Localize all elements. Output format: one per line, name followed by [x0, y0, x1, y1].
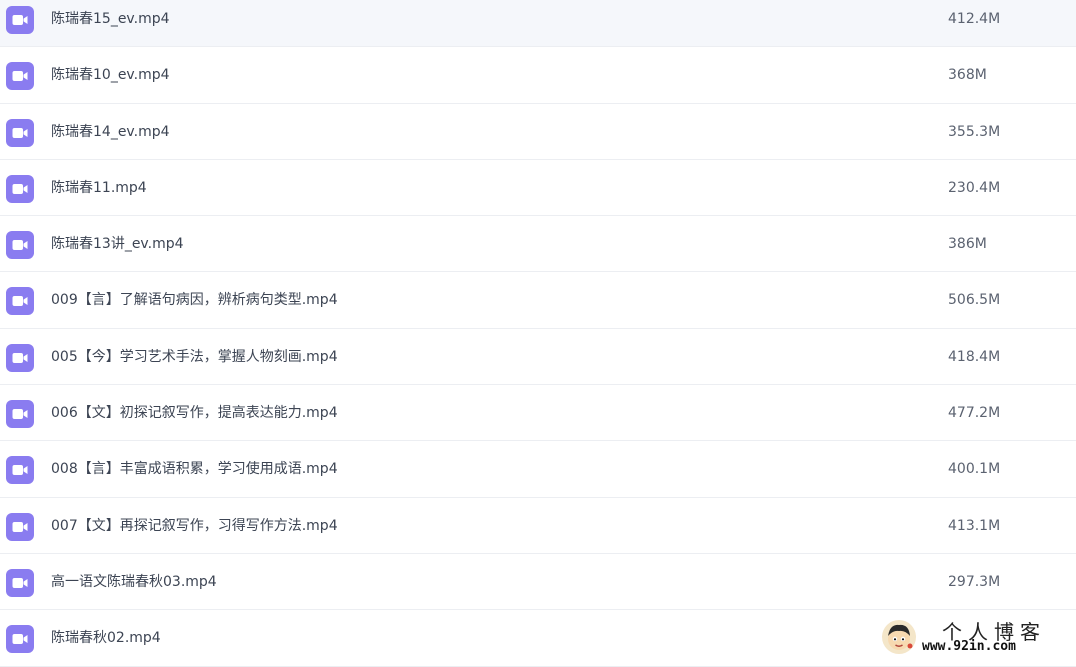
- video-file-icon: [6, 400, 34, 429]
- video-file-icon: [6, 512, 34, 541]
- video-file-icon: [6, 231, 34, 260]
- file-size: 368M: [948, 67, 987, 84]
- file-row[interactable]: 陈瑞春10_ev.mp4 368M: [0, 47, 1076, 104]
- file-row[interactable]: 009【言】了解语句病因，辨析病句类型.mp4 506.5M: [0, 272, 1076, 329]
- file-row[interactable]: 陈瑞春14_ev.mp4 355.3M: [0, 104, 1076, 160]
- file-name[interactable]: 陈瑞春15_ev.mp4: [51, 0, 170, 47]
- file-size: 506.5M: [948, 292, 1001, 309]
- file-size: 412.4M: [948, 11, 1001, 27]
- file-row[interactable]: 005【今】学习艺术手法，掌握人物刻画.mp4 418.4M: [0, 329, 1076, 386]
- file-name[interactable]: 005【今】学习艺术手法，掌握人物刻画.mp4: [51, 329, 338, 385]
- file-name[interactable]: 006【文】初探记叙写作，提高表达能力.mp4: [51, 385, 338, 441]
- watermark-url: www.92in.com: [922, 639, 1016, 654]
- video-file-icon: [6, 343, 34, 372]
- video-file-icon: [6, 118, 34, 147]
- file-name[interactable]: 陈瑞春14_ev.mp4: [51, 104, 170, 160]
- file-list: 陈瑞春15_ev.mp4 412.4M 陈瑞春10_ev.mp4 368M 陈瑞…: [0, 0, 1076, 667]
- cartoon-avatar-icon: [882, 620, 916, 654]
- file-size: 413.1M: [948, 517, 1001, 534]
- file-name[interactable]: 陈瑞春13讲_ev.mp4: [51, 216, 184, 272]
- video-file-icon: [6, 456, 34, 485]
- file-row[interactable]: 008【言】丰富成语积累，学习使用成语.mp4 400.1M: [0, 441, 1076, 498]
- file-size: 418.4M: [948, 348, 1001, 365]
- file-size: 355.3M: [948, 123, 1001, 140]
- file-size: 400.1M: [948, 461, 1001, 478]
- file-name[interactable]: 008【言】丰富成语积累，学习使用成语.mp4: [51, 441, 338, 497]
- file-row[interactable]: 高一语文陈瑞春秋03.mp4 297.3M: [0, 554, 1076, 611]
- file-name[interactable]: 高一语文陈瑞春秋03.mp4: [51, 554, 217, 610]
- file-size: 297.3M: [948, 573, 1001, 590]
- file-name[interactable]: 陈瑞春10_ev.mp4: [51, 47, 170, 103]
- video-file-icon: [6, 62, 34, 91]
- file-name[interactable]: 007【文】再探记叙写作，习得写作方法.mp4: [51, 498, 338, 554]
- file-row[interactable]: 陈瑞春11.mp4 230.4M: [0, 160, 1076, 217]
- file-size: 477.2M: [948, 405, 1001, 422]
- file-row[interactable]: 007【文】再探记叙写作，习得写作方法.mp4 413.1M: [0, 498, 1076, 554]
- file-name[interactable]: 陈瑞春11.mp4: [51, 160, 147, 216]
- video-file-icon: [6, 625, 34, 654]
- file-row[interactable]: 陈瑞春15_ev.mp4 412.4M: [0, 0, 1076, 48]
- blog-watermark: 个人博客 www.92in.com: [880, 614, 1060, 658]
- file-row[interactable]: 陈瑞春13讲_ev.mp4 386M: [0, 216, 1076, 273]
- file-size: 386M: [948, 236, 987, 253]
- file-row[interactable]: 006【文】初探记叙写作，提高表达能力.mp4 477.2M: [0, 385, 1076, 442]
- video-file-icon: [6, 6, 34, 34]
- video-file-icon: [6, 287, 34, 316]
- video-file-icon: [6, 174, 34, 203]
- video-file-icon: [6, 568, 34, 597]
- file-name[interactable]: 009【言】了解语句病因，辨析病句类型.mp4: [51, 272, 338, 328]
- file-size: 230.4M: [948, 179, 1001, 196]
